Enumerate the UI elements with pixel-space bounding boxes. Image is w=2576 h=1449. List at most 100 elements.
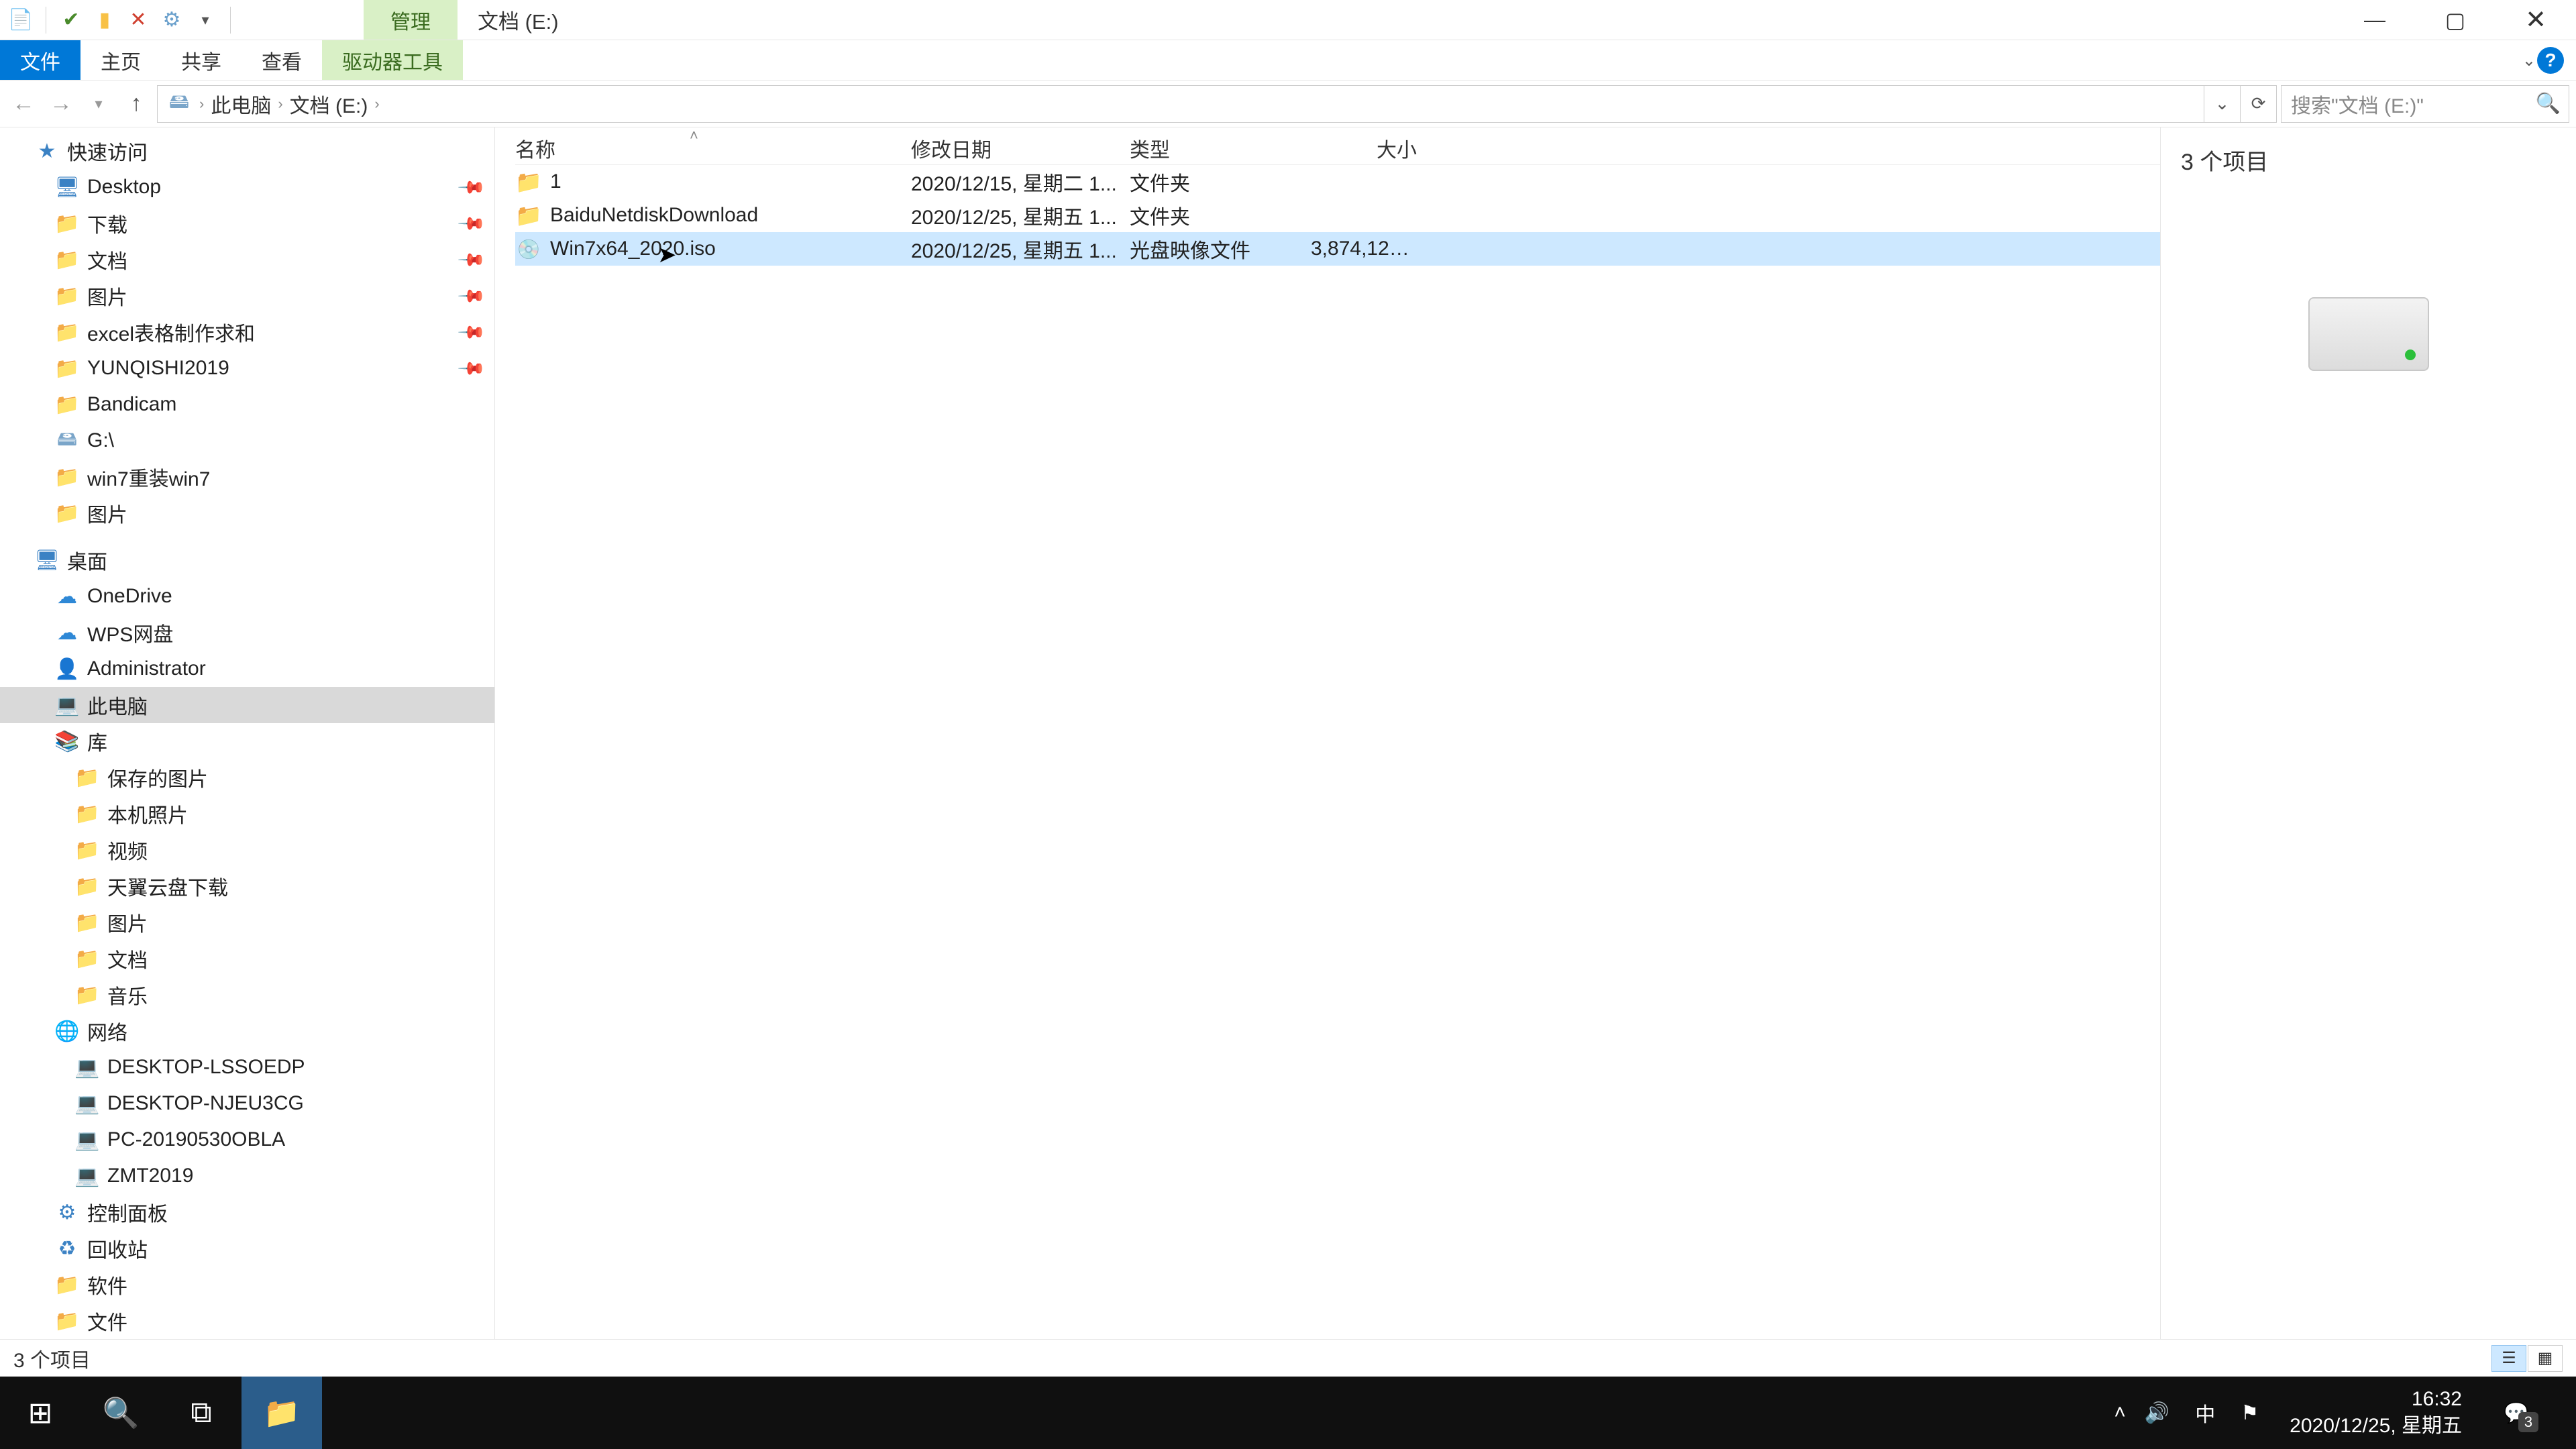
- nav-network-item[interactable]: 💻ZMT2019: [0, 1158, 494, 1194]
- nav-library-item[interactable]: 📁音乐: [0, 977, 494, 1013]
- address-dropdown-button[interactable]: ⌄: [2204, 86, 2240, 122]
- nav-item-label: 图片: [107, 908, 148, 937]
- nav-quick-item[interactable]: 📁文档📌: [0, 241, 494, 278]
- tray-date: 2020/12/25, 星期五: [2290, 1413, 2462, 1440]
- close-button[interactable]: ✕: [2496, 0, 2576, 40]
- nav-library-item[interactable]: 📁视频: [0, 832, 494, 868]
- nav-back-button[interactable]: ←: [7, 87, 40, 121]
- system-tray: ˄ 🔊 中 ⚑ 16:32 2020/12/25, 星期五 💬3: [2114, 1377, 2576, 1449]
- breadcrumb-drive[interactable]: 文档 (E:)›: [290, 89, 380, 119]
- nav-network-item[interactable]: 💻DESKTOP-NJEU3CG: [0, 1085, 494, 1122]
- view-large-icons-button[interactable]: ▦: [2528, 1345, 2563, 1372]
- nav-desktop[interactable]: 🖥桌面: [0, 542, 494, 578]
- column-type[interactable]: 类型: [1130, 133, 1311, 163]
- view-details-button[interactable]: ☰: [2491, 1345, 2526, 1372]
- pin-icon: 📌: [456, 281, 486, 311]
- file-row[interactable]: 📁BaiduNetdiskDownload 2020/12/25, 星期五 1.…: [515, 199, 2160, 232]
- nav-quick-item[interactable]: 📁win7重装win7: [0, 459, 494, 495]
- qat-close-icon[interactable]: ✕: [125, 7, 151, 33]
- nav-docs[interactable]: 📁文件: [0, 1303, 494, 1339]
- tray-overflow-icon[interactable]: ˄: [2114, 1401, 2126, 1424]
- file-row[interactable]: 📁1 2020/12/15, 星期二 1... 文件夹: [515, 165, 2160, 199]
- nav-desktop-item[interactable]: ☁OneDrive: [0, 578, 494, 614]
- nav-network-item[interactable]: 💻PC-20190530OBLA: [0, 1122, 494, 1158]
- nav-quick-item[interactable]: 📁图片📌: [0, 278, 494, 314]
- taskbar: ⊞ 🔍 ⧉ 📁 ˄ 🔊 中 ⚑ 16:32 2020/12/25, 星期五 💬3: [0, 1377, 2576, 1449]
- navigation-pane[interactable]: ★快速访问 🖥Desktop📌📁下载📌📁文档📌📁图片📌📁excel表格制作求和📌…: [0, 127, 495, 1339]
- drive-icon: 🖴: [166, 91, 193, 117]
- file-list[interactable]: 名称˄ 修改日期 类型 大小 📁1 2020/12/15, 星期二 1... 文…: [495, 127, 2160, 1339]
- tray-ime[interactable]: 中: [2188, 1398, 2222, 1428]
- preview-pane: 3 个项目: [2160, 127, 2576, 1339]
- folder-icon: 📁: [54, 500, 80, 527]
- column-size[interactable]: 大小: [1311, 133, 1425, 163]
- nav-library-item[interactable]: 📁本机照片: [0, 796, 494, 832]
- nav-control-panel[interactable]: ⚙控制面板: [0, 1194, 494, 1230]
- ribbon-tab-file[interactable]: 文件: [0, 40, 80, 80]
- nav-quick-item[interactable]: 📁excel表格制作求和📌: [0, 314, 494, 350]
- nav-desktop-item[interactable]: 📚库: [0, 723, 494, 759]
- nav-library-item[interactable]: 📁天翼云盘下载: [0, 868, 494, 904]
- address-refresh-button[interactable]: ⟳: [2240, 86, 2276, 122]
- nav-library-item[interactable]: 📁文档: [0, 941, 494, 977]
- maximize-button[interactable]: ▢: [2415, 0, 2496, 40]
- help-button[interactable]: ?: [2530, 47, 2571, 74]
- status-text: 3 个项目: [13, 1344, 91, 1373]
- nav-library-item[interactable]: 📁保存的图片: [0, 759, 494, 796]
- qat-dropdown-icon[interactable]: ▾: [193, 7, 218, 33]
- nav-network-item[interactable]: 💻DESKTOP-LSSOEDP: [0, 1049, 494, 1085]
- nav-quick-item[interactable]: 🖥Desktop📌: [0, 169, 494, 205]
- nav-recycle-bin[interactable]: ♻回收站: [0, 1230, 494, 1267]
- breadcrumb-this-pc[interactable]: 此电脑›: [211, 89, 282, 119]
- tray-security-icon[interactable]: ⚑: [2241, 1401, 2259, 1425]
- nav-network[interactable]: 🌐网络: [0, 1013, 494, 1049]
- window-title: 文档 (E:): [458, 0, 579, 40]
- nav-desktop-item[interactable]: ☁WPS网盘: [0, 614, 494, 651]
- qat-settings-icon[interactable]: ⚙: [159, 7, 184, 33]
- folder-icon: 📁: [54, 464, 80, 490]
- nav-quick-item[interactable]: 📁图片: [0, 495, 494, 531]
- file-row[interactable]: 💿Win7x64_2020.iso 2020/12/25, 星期五 1... 光…: [515, 232, 2160, 266]
- nav-quick-item[interactable]: 📁YUNQISHI2019📌: [0, 350, 494, 386]
- taskbar-search-button[interactable]: 🔍: [80, 1377, 161, 1449]
- nav-item-label: YUNQISHI2019: [87, 357, 229, 380]
- column-date[interactable]: 修改日期: [911, 133, 1130, 163]
- column-name[interactable]: 名称˄: [515, 133, 911, 163]
- nav-library-item[interactable]: 📁图片: [0, 904, 494, 941]
- ribbon-tab-view[interactable]: 查看: [241, 40, 322, 80]
- search-input[interactable]: 搜索"文档 (E:)" 🔍: [2281, 85, 2569, 123]
- tray-volume-icon[interactable]: 🔊: [2145, 1401, 2169, 1425]
- app-icon: 📄: [8, 7, 34, 33]
- chevron-right-icon[interactable]: ›: [199, 95, 204, 113]
- context-tab-manage[interactable]: 管理: [364, 0, 458, 40]
- nav-quick-item[interactable]: 📁Bandicam: [0, 386, 494, 423]
- nav-forward-button[interactable]: →: [44, 87, 78, 121]
- ribbon-tab-home[interactable]: 主页: [80, 40, 161, 80]
- folder-icon: 📁: [74, 800, 101, 827]
- ribbon: 文件 主页 共享 查看 驱动器工具 ⌄ ?: [0, 40, 2576, 80]
- nav-item-label: Bandicam: [87, 393, 176, 416]
- nav-desktop-item[interactable]: 💻此电脑: [0, 687, 494, 723]
- nav-quick-item[interactable]: 🖴G:\: [0, 423, 494, 459]
- ribbon-tab-share[interactable]: 共享: [161, 40, 241, 80]
- nav-item-label: DESKTOP-NJEU3CG: [107, 1092, 304, 1115]
- nav-software[interactable]: 📁软件: [0, 1267, 494, 1303]
- tray-notifications[interactable]: 💬3: [2493, 1389, 2540, 1436]
- address-bar[interactable]: 🖴 › 此电脑› 文档 (E:)› ⌄ ⟳: [157, 85, 2277, 123]
- minimize-button[interactable]: —: [2334, 0, 2415, 40]
- ribbon-tab-drive-tools[interactable]: 驱动器工具: [322, 40, 463, 80]
- nav-up-button[interactable]: ↑: [119, 87, 153, 121]
- nav-item-label: 图片: [87, 281, 127, 311]
- nav-quick-access[interactable]: ★快速访问: [0, 133, 494, 169]
- nav-recent-dropdown[interactable]: ▾: [82, 87, 115, 121]
- tray-clock[interactable]: 16:32 2020/12/25, 星期五: [2277, 1379, 2474, 1446]
- drive-illustration: [2308, 297, 2429, 371]
- task-view-button[interactable]: ⧉: [161, 1377, 241, 1449]
- nav-desktop-item[interactable]: 👤Administrator: [0, 651, 494, 687]
- nav-quick-item[interactable]: 📁下载📌: [0, 205, 494, 241]
- qat-check-icon[interactable]: ✔: [58, 7, 84, 33]
- taskbar-explorer-button[interactable]: 📁: [241, 1377, 322, 1449]
- start-button[interactable]: ⊞: [0, 1377, 80, 1449]
- qat-folder-icon[interactable]: ▮: [92, 7, 117, 33]
- pin-icon: 📌: [456, 245, 486, 275]
